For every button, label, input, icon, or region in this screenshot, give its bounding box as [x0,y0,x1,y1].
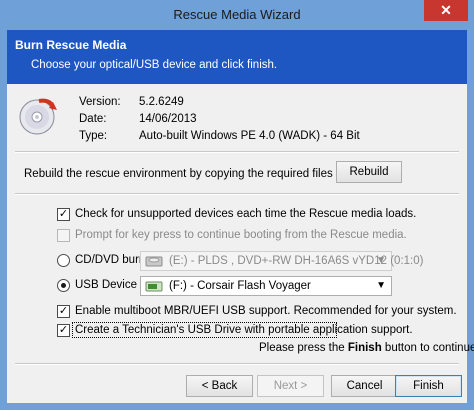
type-label: Type: [79,130,108,142]
cd-dvd-radio[interactable] [57,254,70,267]
title-bar[interactable]: Rescue Media Wizard ✕ [0,0,474,30]
rebuild-button[interactable]: Rebuild [336,161,402,183]
wizard-content: Version: 5.2.6249 Date: 14/06/2013 Type:… [7,84,474,403]
wizard-header: Burn Rescue Media Choose your optical/US… [7,30,467,84]
finish-hint: Please press the Finish button to contin… [259,342,474,354]
type-value: Auto-built Windows PE 4.0 (WADK) - 64 Bi… [139,130,360,142]
technician-checkbox[interactable]: ✓ [57,324,70,337]
chevron-down-icon: ▼ [376,255,386,266]
header-title: Burn Rescue Media [15,38,127,52]
cd-dvd-device-select[interactable]: (E:) - PLDS , DVD+-RW DH-16A6S vYD12 (0:… [140,251,423,271]
optical-drive-icon [145,256,163,267]
header-subtitle: Choose your optical/USB device and click… [31,59,278,71]
divider-top [15,151,459,153]
usb-device-value: (F:) - Corsair Flash Voyager [169,280,311,292]
technician-label[interactable]: Create a Technician's USB Drive with por… [75,324,413,336]
multiboot-checkbox[interactable]: ✓ [57,305,70,318]
prompt-key-label[interactable]: Prompt for key press to continue booting… [75,229,407,241]
cancel-button[interactable]: Cancel [331,375,398,397]
rebuild-description: Rebuild the rescue environment by copyin… [24,168,333,180]
version-label: Version: [79,96,121,108]
prompt-key-checkbox[interactable] [57,229,70,242]
finish-hint-bold: Finish [347,342,382,354]
chevron-down-icon: ▼ [376,280,386,291]
next-button[interactable]: Next > [257,375,324,397]
divider-middle [15,193,459,195]
finish-button[interactable]: Finish [395,375,462,397]
cd-burn-icon [19,98,57,135]
divider-bottom [15,363,459,365]
finish-hint-after: button to continue. [381,342,474,354]
usb-device-radio[interactable] [57,279,70,292]
check-unsupported-label[interactable]: Check for unsupported devices each time … [75,208,416,220]
check-unsupported-checkbox[interactable]: ✓ [57,208,70,221]
usb-drive-icon [145,281,163,292]
date-label: Date: [79,113,107,125]
wizard-window: Rescue Media Wizard ✕ Burn Rescue Media … [0,0,474,410]
window-title: Rescue Media Wizard [173,7,301,22]
finish-hint-before: Please press the [259,342,348,354]
radio-selected-dot [61,283,66,288]
version-value: 5.2.6249 [139,96,184,108]
close-icon: ✕ [440,2,452,18]
date-value: 14/06/2013 [139,113,197,125]
client-area: Burn Rescue Media Choose your optical/US… [7,30,474,403]
multiboot-label[interactable]: Enable multiboot MBR/UEFI USB support. R… [75,305,457,317]
usb-device-label[interactable]: USB Device [75,279,137,291]
window-close-button[interactable]: ✕ [424,0,468,21]
usb-device-select[interactable]: (F:) - Corsair Flash Voyager ▼ [140,276,392,296]
back-button[interactable]: < Back [186,375,253,397]
